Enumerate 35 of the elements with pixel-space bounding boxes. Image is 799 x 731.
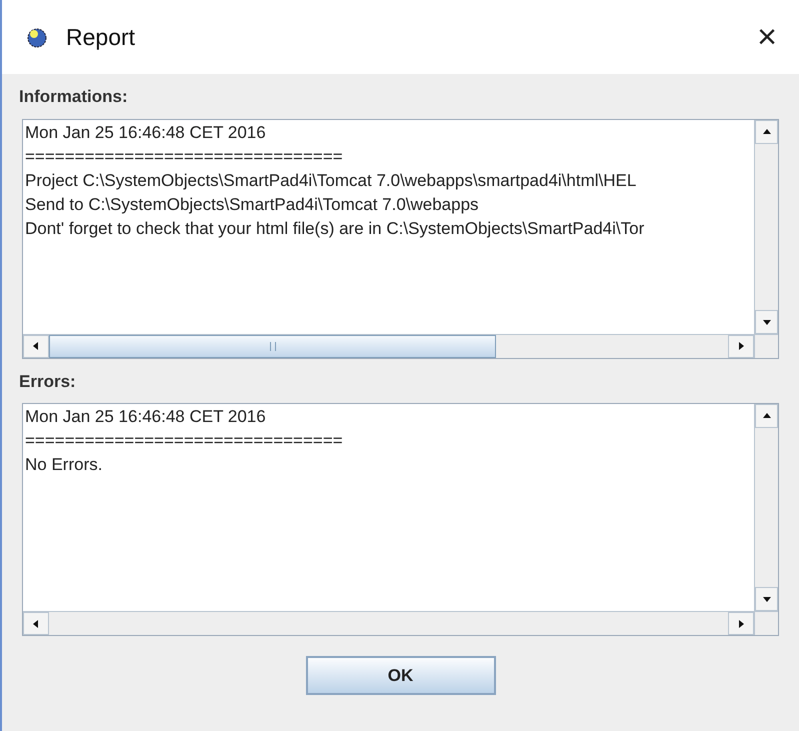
scroll-right-button[interactable] xyxy=(728,334,754,358)
vertical-scrollbar[interactable] xyxy=(754,404,778,611)
section-label: Errors: xyxy=(18,370,77,392)
scroll-left-button[interactable] xyxy=(23,612,49,635)
up-arrow-icon xyxy=(762,126,772,136)
vertical-scrollbar[interactable] xyxy=(754,120,778,334)
section-label: Informations: xyxy=(18,86,129,108)
scroll-right-button[interactable] xyxy=(728,612,754,635)
scroll-down-button[interactable] xyxy=(755,310,778,334)
left-arrow-icon xyxy=(31,341,41,351)
right-arrow-icon xyxy=(736,341,746,351)
right-arrow-icon xyxy=(736,618,746,628)
scroll-up-button[interactable] xyxy=(755,404,778,428)
horizontal-scrollbar[interactable] xyxy=(23,612,754,635)
log-line: Send to C:\SystemObjects\SmartPad4i\Tomcat 7.0\webapps xyxy=(25,194,479,216)
left-arrow-icon xyxy=(31,618,41,628)
ok-button[interactable]: OK xyxy=(306,656,496,695)
globe-icon xyxy=(26,26,48,48)
log-line: ================================ xyxy=(25,146,343,168)
grip-icon xyxy=(270,342,276,350)
log-line: Mon Jan 25 16:46:48 CET 2016 xyxy=(25,122,266,144)
log-line: No Errors. xyxy=(25,454,102,476)
log-line: ================================ xyxy=(25,430,343,452)
up-arrow-icon xyxy=(762,411,772,421)
scroll-thumb[interactable] xyxy=(49,334,496,358)
close-button[interactable]: × xyxy=(749,20,785,54)
log-line: Dont' forget to check that your html file(s) are in C:\SystemObjects\SmartPad4i\Tor xyxy=(25,218,644,240)
scroll-left-button[interactable] xyxy=(23,334,49,358)
down-arrow-icon xyxy=(762,594,772,604)
scroll-up-button[interactable] xyxy=(755,120,778,144)
log-line: Project C:\SystemObjects\SmartPad4i\Tomcat 7.0\webapps\smartpad4i\html\HEL xyxy=(25,170,636,192)
scroll-down-button[interactable] xyxy=(755,587,778,611)
window-title: Report xyxy=(66,22,136,52)
log-line: Mon Jan 25 16:46:48 CET 2016 xyxy=(25,406,266,428)
horizontal-scrollbar[interactable] xyxy=(23,334,754,358)
